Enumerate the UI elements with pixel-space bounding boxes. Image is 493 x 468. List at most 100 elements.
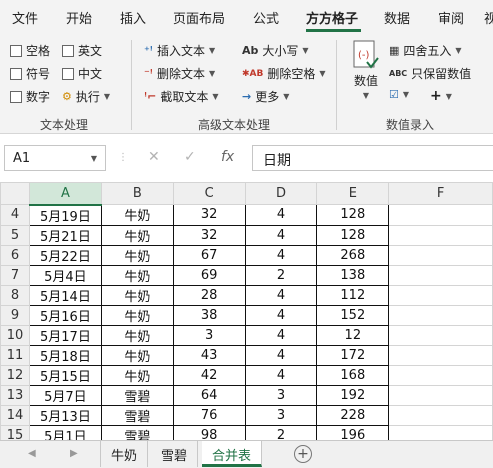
column-header-f[interactable]: F <box>388 182 493 205</box>
table-cell[interactable]: 69 <box>172 264 246 286</box>
insert-text-button[interactable]: ⁺ꜝ 插入文本 ▼ <box>144 42 215 59</box>
table-cell[interactable]: 268 <box>316 244 390 266</box>
row-header[interactable]: 11 <box>0 344 30 366</box>
table-cell[interactable]: 5月13日 <box>28 404 102 426</box>
tab-formulas[interactable]: 公式 <box>253 8 279 27</box>
table-cell[interactable]: 4 <box>244 204 318 226</box>
table-cell[interactable] <box>388 364 493 386</box>
formula-input[interactable]: 日期 <box>252 145 493 171</box>
table-cell[interactable] <box>388 244 493 266</box>
keep-value-button[interactable]: ABC 只保留数值 <box>389 65 471 82</box>
table-cell[interactable]: 43 <box>172 344 246 366</box>
table-cell[interactable]: 3 <box>244 384 318 406</box>
confirm-icon[interactable]: ✓ <box>184 149 196 165</box>
column-header-b[interactable]: B <box>100 182 174 205</box>
round-button[interactable]: ▦ 四舍五入 ▼ <box>389 42 462 59</box>
sheet-tab-sprite[interactable]: 雪碧 <box>151 441 199 467</box>
table-cell[interactable]: 牛奶 <box>100 264 174 286</box>
table-cell[interactable]: 5月1日 <box>28 424 102 440</box>
table-cell[interactable] <box>388 384 493 406</box>
table-cell[interactable] <box>388 304 493 326</box>
delete-text-button[interactable]: ⁻ꜝ 删除文本 ▼ <box>144 65 215 82</box>
table-cell[interactable]: 2 <box>244 264 318 286</box>
more-button[interactable]: → 更多 ▼ <box>242 88 289 105</box>
row-header[interactable]: 7 <box>0 264 30 286</box>
checkbox-number[interactable]: 数字 <box>10 88 50 105</box>
edit-button[interactable]: ☑ ▼ <box>389 88 409 101</box>
column-header-d[interactable]: D <box>244 182 318 205</box>
table-cell[interactable]: 192 <box>316 384 390 406</box>
table-cell[interactable]: 2 <box>244 424 318 440</box>
table-cell[interactable]: 牛奶 <box>100 364 174 386</box>
table-cell[interactable]: 牛奶 <box>100 244 174 266</box>
add-sheet-icon[interactable]: + <box>294 445 312 463</box>
table-cell[interactable]: 5月17日 <box>28 324 102 346</box>
table-cell[interactable]: 64 <box>172 384 246 406</box>
tab-review[interactable]: 审阅 <box>438 8 464 27</box>
checkbox-space[interactable]: 空格 <box>10 42 50 59</box>
table-cell[interactable]: 4 <box>244 344 318 366</box>
table-cell[interactable]: 4 <box>244 244 318 266</box>
table-cell[interactable]: 5月22日 <box>28 244 102 266</box>
tab-insert[interactable]: 插入 <box>120 8 146 27</box>
table-cell[interactable]: 3 <box>172 324 246 346</box>
table-cell[interactable]: 4 <box>244 364 318 386</box>
table-cell[interactable]: 112 <box>316 284 390 306</box>
table-cell[interactable]: 76 <box>172 404 246 426</box>
table-cell[interactable]: 38 <box>172 304 246 326</box>
column-header-c[interactable]: C <box>172 182 246 205</box>
case-button[interactable]: Ab 大小写 ▼ <box>242 42 309 59</box>
table-cell[interactable]: 牛奶 <box>100 224 174 246</box>
row-header[interactable]: 13 <box>0 384 30 406</box>
table-cell[interactable]: 5月4日 <box>28 264 102 286</box>
checkbox-english[interactable]: 英文 <box>62 42 102 59</box>
table-cell[interactable]: 4 <box>244 324 318 346</box>
table-cell[interactable]: 12 <box>316 324 390 346</box>
extract-text-button[interactable]: ꜝ⌐ 截取文本 ▼ <box>144 88 219 105</box>
table-cell[interactable]: 28 <box>172 284 246 306</box>
table-cell[interactable]: 152 <box>316 304 390 326</box>
sheet-tab-milk[interactable]: 牛奶 <box>100 441 149 467</box>
table-cell[interactable]: 128 <box>316 204 390 226</box>
table-cell[interactable]: 牛奶 <box>100 324 174 346</box>
table-cell[interactable] <box>388 284 493 306</box>
row-header[interactable]: 4 <box>0 204 30 226</box>
tab-data[interactable]: 数据 <box>384 8 410 27</box>
table-cell[interactable] <box>388 204 493 226</box>
table-cell[interactable]: 5月15日 <box>28 364 102 386</box>
table-cell[interactable] <box>388 224 493 246</box>
table-cell[interactable]: 4 <box>244 284 318 306</box>
tab-view[interactable]: 视 <box>484 8 493 27</box>
table-cell[interactable]: 牛奶 <box>100 284 174 306</box>
row-header[interactable]: 8 <box>0 284 30 306</box>
row-header[interactable]: 5 <box>0 224 30 246</box>
table-cell[interactable]: 5月16日 <box>28 304 102 326</box>
row-header[interactable]: 12 <box>0 364 30 386</box>
table-cell[interactable]: 228 <box>316 404 390 426</box>
row-header[interactable]: 10 <box>0 324 30 346</box>
select-all-corner[interactable] <box>0 182 30 205</box>
table-cell[interactable] <box>388 324 493 346</box>
next-sheet-icon[interactable]: ▶ <box>70 448 78 459</box>
execute-button[interactable]: ⚙ 执行 ▼ <box>62 88 110 105</box>
table-cell[interactable]: 5月14日 <box>28 284 102 306</box>
tab-file[interactable]: 文件 <box>12 8 38 27</box>
table-cell[interactable]: 牛奶 <box>100 204 174 226</box>
table-cell[interactable]: 32 <box>172 224 246 246</box>
table-cell[interactable]: 4 <box>244 224 318 246</box>
row-header[interactable]: 6 <box>0 244 30 266</box>
table-cell[interactable]: 128 <box>316 224 390 246</box>
name-box[interactable]: A1 ▼ <box>4 145 106 171</box>
table-cell[interactable]: 雪碧 <box>100 424 174 440</box>
row-header[interactable]: 9 <box>0 304 30 326</box>
tab-fangfang[interactable]: 方方格子 <box>306 8 358 27</box>
table-cell[interactable]: 67 <box>172 244 246 266</box>
column-header-a[interactable]: A <box>28 182 102 206</box>
sheet-tab-merged[interactable]: 合并表 <box>202 441 263 467</box>
table-cell[interactable]: 5月7日 <box>28 384 102 406</box>
table-cell[interactable]: 98 <box>172 424 246 440</box>
table-cell[interactable]: 172 <box>316 344 390 366</box>
tab-page-layout[interactable]: 页面布局 <box>173 8 225 27</box>
cancel-icon[interactable]: ✕ <box>148 149 160 165</box>
table-cell[interactable]: 牛奶 <box>100 304 174 326</box>
